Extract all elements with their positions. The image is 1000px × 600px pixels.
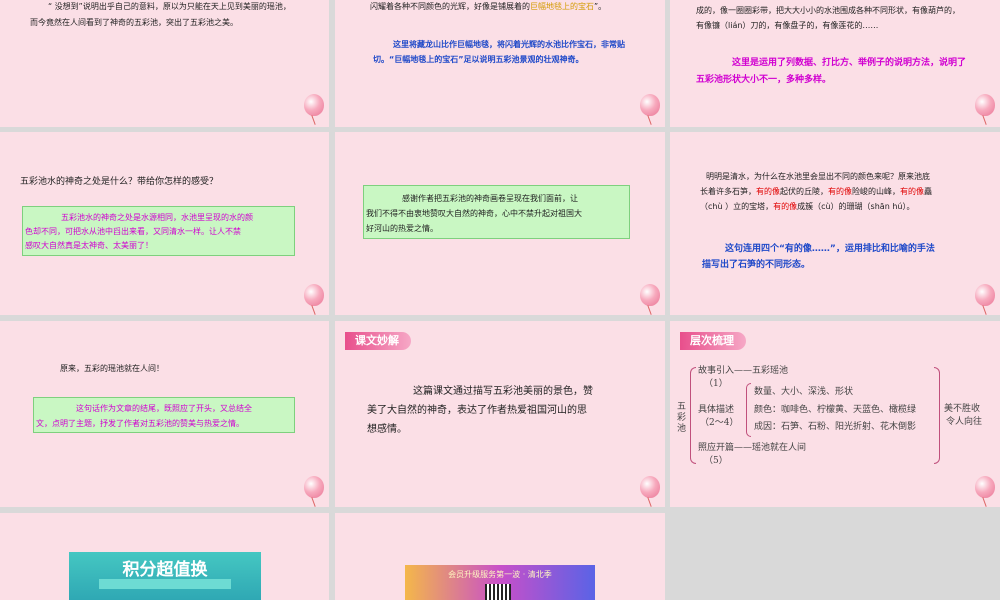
- balloon-icon: [975, 476, 995, 498]
- slide7-note-box: 这句话作为文章的结尾，既照应了开头，又总结全 文，点明了主题，抒发了作者对五彩池…: [33, 397, 295, 433]
- tree-branch-2: 具体描述: [698, 405, 735, 415]
- slide6-line1: 明明是清水，为什么在水池里会显出不同的颜色来呢？原来池底: [706, 172, 930, 181]
- brace-sub: [746, 383, 751, 437]
- slide5-line1: 感谢作者把五彩池的神奇画卷呈现在我们面前，让: [402, 194, 578, 203]
- slide-thumb-3[interactable]: 成的，像一圈圈彩带，把大大小小的水池围成各种不同形状，有像葫芦的， 有像镰（li…: [670, 0, 1000, 127]
- promo-strip: [99, 579, 231, 589]
- slide2-highlight: 巨幅地毯上的宝石: [530, 2, 594, 11]
- slide-thumb-9[interactable]: 层次梳理 五 彩 池 故事引入——五彩瑶池 （1） 具体描述 （2～4） 数量、…: [670, 321, 1000, 507]
- balloon-icon: [304, 94, 324, 116]
- section-tag: 课文妙解: [345, 332, 411, 350]
- tree-result-1: 美不胜收: [944, 404, 981, 414]
- slide4-answer3: 感叹大自然真是太神奇、太美丽了！: [25, 241, 153, 250]
- balloon-icon: [304, 476, 324, 498]
- tree-sub-1: 数量、大小、深浅、形状: [754, 387, 854, 397]
- slide8-line2: 美了大自然的神奇，表达了作者热爱祖国河山的思: [367, 405, 587, 416]
- empty-grid-cell: [670, 513, 1000, 600]
- slide-thumb-8[interactable]: 课文妙解 这篇课文通过描写五彩池美丽的景色，赞 美了大自然的神奇，表达了作者热爱…: [335, 321, 665, 507]
- balloon-icon: [640, 94, 660, 116]
- balloon-icon: [975, 284, 995, 306]
- section-tag: 层次梳理: [680, 332, 746, 350]
- tree-root-3: 池: [677, 424, 687, 434]
- slide-thumb-1[interactable]: “ 没想到”说明出乎自己的意料，原以为只能在天上见到美丽的瑶池， 而今竟然在人间…: [0, 0, 329, 127]
- brace-right: [934, 367, 940, 464]
- brace-main: [690, 367, 696, 464]
- slide-thumb-6[interactable]: 明明是清水，为什么在水池里会显出不同的颜色来呢？原来池底 长着许多石笋，有的像起…: [670, 132, 1000, 315]
- slide5-box: 感谢作者把五彩池的神奇画卷呈现在我们面前，让 我们不得不由衷地赞叹大自然的神奇，…: [363, 185, 630, 239]
- promo-banner: 积分超值换: [69, 552, 261, 600]
- slide-thumb-10[interactable]: 积分超值换: [0, 513, 329, 600]
- tree-sub-2: 颜色：咖啡色、柠檬黄、天蓝色、橄榄绿: [754, 405, 917, 415]
- slide2-note2: 切。“巨幅地毯上的宝石”足以说明五彩池景观的壮观神奇。: [373, 55, 584, 64]
- qr-icon: [485, 584, 511, 600]
- tree-branch-1-num: （1）: [704, 379, 728, 389]
- tree-branch-2-num: （2～4）: [700, 418, 739, 428]
- slide4-answer-box: 五彩池水的神奇之处是水源相同，水池里呈现的水的颜 色却不同，可把水从池中舀出来看…: [22, 206, 295, 256]
- slide7-note1: 这句话作为文章的结尾，既照应了开头，又总结全: [76, 404, 252, 413]
- tree-sub-3: 成因：石笋、石粉、阳光折射、花木倒影: [754, 422, 917, 432]
- slide1-line1: “ 没想到”说明出乎自己的意料，原以为只能在天上见到美丽的瑶池，: [48, 2, 291, 11]
- slide6-line2: 长着许多石笋，有的像起伏的丘陵，有的像险峻的山峰，有的像矗: [700, 187, 932, 196]
- slide-thumb-5[interactable]: 感谢作者把五彩池的神奇画卷呈现在我们面前，让 我们不得不由衷地赞叹大自然的神奇，…: [335, 132, 665, 315]
- promo-banner-text: 会员升级服务第一波 · 清北季: [448, 570, 552, 579]
- slide3-note2: 五彩池形状大小不一，多种多样。: [696, 75, 832, 85]
- slide5-line2: 我们不得不由衷地赞叹大自然的神奇，心中不禁升起对祖国大: [366, 209, 582, 218]
- slide6-note2: 描写出了石笋的不同形态。: [702, 260, 811, 270]
- slide7-note2: 文，点明了主题，抒发了作者对五彩池的赞美与热爱之情。: [36, 419, 244, 428]
- slide3-line2: 有像镰（lián）刀的，有像盘子的，有像莲花的……: [696, 21, 879, 30]
- slide-thumb-11[interactable]: 会员升级服务第一波 · 清北季: [335, 513, 665, 600]
- slide-thumb-7[interactable]: 原来，五彩的瑶池就在人间！ 这句话作为文章的结尾，既照应了开头，又总结全 文，点…: [0, 321, 329, 507]
- slide8-line3: 想感情。: [367, 424, 407, 435]
- slide6-note1: 这句连用四个“有的像……”，运用排比和比喻的手法: [725, 244, 935, 254]
- slide6-line3: （chù ）立的宝塔，有的像成簇（cù）的珊瑚（shān hú）。: [700, 202, 915, 211]
- tree-result-2: 令人向往: [946, 417, 983, 427]
- balloon-icon: [640, 284, 660, 306]
- slide4-question: 五彩池水的神奇之处是什么？带给你怎样的感受？: [20, 177, 219, 187]
- slide5-line3: 好河山的热爱之情。: [366, 224, 438, 233]
- slide4-answer1: 五彩池水的神奇之处是水源相同，水池里呈现的水的颜: [61, 213, 253, 222]
- slide2-text: 闪耀着各种不同颜色的光辉，好像是铺展着的巨幅地毯上的宝石”。: [370, 2, 607, 11]
- slide7-text: 原来，五彩的瑶池就在人间！: [60, 364, 164, 373]
- slide3-line1: 成的，像一圈圈彩带，把大大小小的水池围成各种不同形状，有像葫芦的，: [696, 6, 960, 15]
- slide2-note1: 这里将藏龙山比作巨幅地毯，将闪着光辉的水池比作宝石，非常贴: [393, 40, 625, 49]
- promo-banner-2: 会员升级服务第一波 · 清北季: [405, 565, 595, 600]
- balloon-icon: [975, 94, 995, 116]
- slide-thumb-2[interactable]: 闪耀着各种不同颜色的光辉，好像是铺展着的巨幅地毯上的宝石”。 这里将藏龙山比作巨…: [335, 0, 665, 127]
- slide8-line1: 这篇课文通过描写五彩池美丽的景色，赞: [413, 386, 593, 397]
- promo-title: 积分超值换: [122, 560, 208, 580]
- tree-branch-3-num: （5）: [704, 456, 728, 466]
- slide1-line2: 而今竟然在人间看到了神奇的五彩池，突出了五彩池之美。: [30, 18, 238, 27]
- tree-branch-1: 故事引入——五彩瑶池: [698, 366, 789, 376]
- balloon-icon: [304, 284, 324, 306]
- slide3-note1: 这里是运用了列数据、打比方、举例子的说明方法，说明了: [732, 58, 967, 68]
- tree-branch-3: 照应开篇——瑶池就在人间: [698, 443, 807, 453]
- balloon-icon: [640, 476, 660, 498]
- slide4-answer2: 色却不同，可把水从池中舀出来看，又同清水一样。让人不禁: [25, 227, 241, 236]
- slide-thumb-4[interactable]: 五彩池水的神奇之处是什么？带给你怎样的感受？ 五彩池水的神奇之处是水源相同，水池…: [0, 132, 329, 315]
